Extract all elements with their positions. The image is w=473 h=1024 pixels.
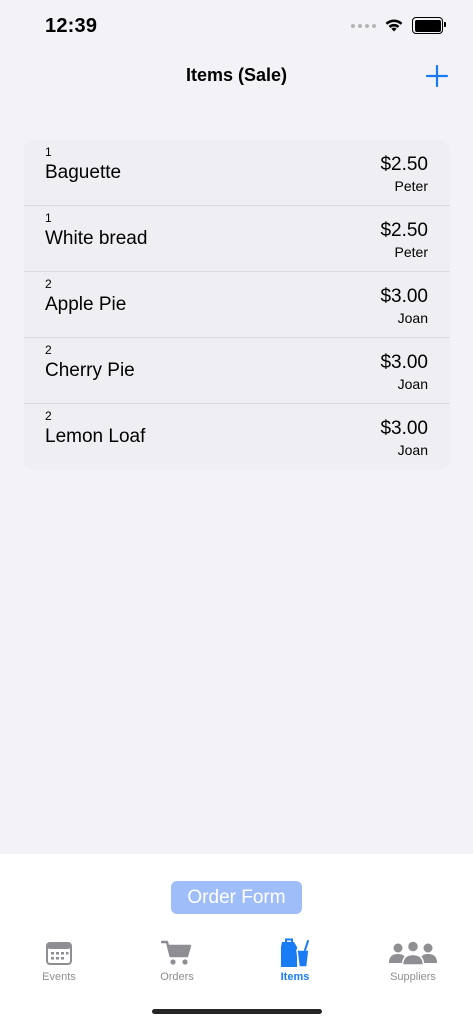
list-item[interactable]: 2 Cherry Pie $3.00 Joan (24, 338, 450, 404)
item-price: $2.50 (380, 154, 428, 175)
list-item[interactable]: 2 Apple Pie $3.00 Joan (24, 272, 450, 338)
cellular-signal-icon (351, 23, 376, 28)
cart-icon (161, 940, 192, 965)
status-bar: 12:39 (0, 0, 473, 54)
tab-suppliers[interactable]: Suppliers (354, 934, 472, 990)
item-name: Baguette (45, 162, 122, 183)
item-name: Cherry Pie (45, 360, 135, 381)
battery-icon (412, 17, 446, 34)
item-price: $3.00 (380, 286, 428, 307)
item-quantity: 1 (45, 145, 52, 159)
item-supplier: Joan (397, 442, 428, 458)
tab-label: Items (280, 971, 310, 983)
tab-bar: Events Orders Items Suppliers (0, 934, 473, 994)
bag-cup-icon (281, 938, 310, 968)
item-name: Apple Pie (45, 294, 127, 315)
items-list: 1 Baguette $2.50 Peter 1 White bread $2.… (24, 140, 450, 470)
calendar-icon (46, 942, 72, 965)
order-form-button[interactable]: Order Form (171, 881, 302, 914)
tab-items[interactable]: Items (236, 934, 354, 990)
item-quantity: 2 (45, 277, 52, 291)
wifi-icon (385, 19, 403, 32)
item-quantity: 2 (45, 409, 52, 423)
tab-label: Orders (160, 971, 194, 983)
tab-events[interactable]: Events (0, 934, 118, 990)
item-name: Lemon Loaf (45, 426, 146, 447)
plus-icon[interactable] (425, 64, 449, 88)
page-title: Items (Sale) (185, 65, 288, 85)
item-price: $3.00 (380, 418, 428, 439)
bottom-panel: Order Form Events Orders Items Suppliers (0, 854, 473, 1024)
people-icon (389, 940, 437, 966)
item-quantity: 1 (45, 211, 52, 225)
item-price: $3.00 (380, 352, 428, 373)
item-price: $2.50 (380, 220, 428, 241)
item-quantity: 2 (45, 343, 52, 357)
list-item[interactable]: 1 Baguette $2.50 Peter (24, 140, 450, 206)
item-supplier: Joan (397, 376, 428, 392)
list-item[interactable]: 2 Lemon Loaf $3.00 Joan (24, 404, 450, 470)
item-name: White bread (45, 228, 148, 249)
status-time: 12:39 (45, 15, 98, 37)
home-indicator (152, 1009, 322, 1014)
tab-label: Events (42, 971, 76, 983)
tab-orders[interactable]: Orders (118, 934, 236, 990)
list-item[interactable]: 1 White bread $2.50 Peter (24, 206, 450, 272)
item-supplier: Peter (394, 178, 428, 194)
item-supplier: Joan (397, 310, 428, 326)
status-indicators (351, 17, 446, 34)
tab-label: Suppliers (390, 971, 436, 983)
item-supplier: Peter (394, 244, 428, 260)
